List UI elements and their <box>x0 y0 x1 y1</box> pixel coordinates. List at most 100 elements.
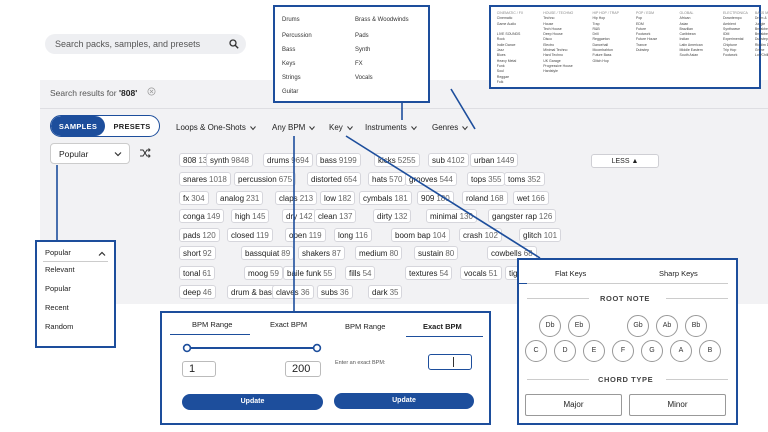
instrument-option[interactable]: Pads <box>355 33 369 39</box>
tag-chip[interactable]: clean 137 <box>314 209 357 223</box>
key-c[interactable]: C <box>525 340 547 362</box>
genre-option[interactable]: Folk <box>497 80 523 85</box>
tag-chip[interactable]: minimal 130 <box>426 209 477 223</box>
key-a[interactable]: A <box>670 340 692 362</box>
tag-chip[interactable]: bassquiat 89 <box>241 246 295 260</box>
search-bar[interactable] <box>45 34 246 54</box>
genre-option[interactable]: Drum & Bass <box>755 16 768 21</box>
tag-chip[interactable]: high 145 <box>231 209 270 223</box>
key-bb[interactable]: Bb <box>685 315 707 337</box>
tab-bpm-range[interactable]: BPM Range <box>345 322 385 331</box>
genre-option[interactable]: Future House <box>636 37 657 42</box>
tag-chip[interactable]: short 92 <box>179 246 216 260</box>
tag-chip[interactable]: shakers 87 <box>298 246 345 260</box>
tab-flat-keys[interactable]: Flat Keys <box>555 269 586 278</box>
genre-option[interactable]: Hardstyle <box>543 69 573 74</box>
instrument-option[interactable]: Synth <box>355 47 370 53</box>
key-db[interactable]: Db <box>539 315 561 337</box>
shuffle-icon[interactable] <box>139 147 151 159</box>
bpm-range-slider[interactable] <box>182 343 322 353</box>
tag-chip[interactable]: baile funk 55 <box>283 266 337 280</box>
tag-chip[interactable]: dirty 132 <box>373 209 412 223</box>
tag-chip[interactable]: long 116 <box>334 228 372 242</box>
filter-genres[interactable]: Genres <box>432 123 469 132</box>
tag-chip[interactable]: subs 36 <box>317 285 353 299</box>
tag-chip[interactable]: analog 231 <box>216 191 264 205</box>
less-button[interactable]: LESS ▲ <box>591 154 659 168</box>
key-d[interactable]: D <box>554 340 576 362</box>
tag-chip[interactable]: sub 4102 <box>428 153 469 167</box>
filter-key[interactable]: Key <box>329 123 353 132</box>
instrument-option[interactable]: Brass & Woodwinds <box>355 17 409 23</box>
instrument-option[interactable]: Percussion <box>282 33 312 39</box>
tag-chip[interactable]: toms 352 <box>504 172 545 186</box>
search-input[interactable] <box>55 34 225 54</box>
instrument-option[interactable]: Keys <box>282 61 295 67</box>
sort-option[interactable]: Random <box>45 322 73 331</box>
tag-chip[interactable]: boom bap 104 <box>391 228 450 242</box>
tab-exact-bpm[interactable]: Exact BPM <box>270 320 307 329</box>
genre-option[interactable]: Footwork <box>723 53 748 58</box>
minor-button[interactable]: Minor <box>629 394 726 416</box>
tag-chip[interactable]: bass 9199 <box>316 153 361 167</box>
tag-chip[interactable]: fills 54 <box>345 266 376 280</box>
sort-current[interactable]: Popular <box>45 248 71 257</box>
sort-select[interactable]: Popular <box>50 143 130 164</box>
key-g[interactable]: G <box>641 340 663 362</box>
genre-option[interactable]: South Asian <box>680 53 703 58</box>
bpm-max-input[interactable]: 200 <box>285 361 321 377</box>
instrument-option[interactable]: Strings <box>282 75 301 81</box>
search-icon[interactable] <box>229 39 239 49</box>
tag-chip[interactable]: pads 120 <box>179 228 220 242</box>
update-button[interactable]: Update <box>182 394 323 410</box>
instrument-option[interactable]: Guitar <box>282 89 298 95</box>
tag-chip[interactable]: conga 149 <box>179 209 225 223</box>
sort-option[interactable]: Popular <box>45 284 71 293</box>
sort-option[interactable]: Recent <box>45 303 69 312</box>
instrument-option[interactable]: FX <box>355 61 363 67</box>
key-eb[interactable]: Eb <box>568 315 590 337</box>
tag-chip[interactable]: synth 9848 <box>206 153 253 167</box>
sort-option[interactable]: Relevant <box>45 265 75 274</box>
instrument-option[interactable]: Vocals <box>355 75 373 81</box>
tag-chip[interactable]: open 119 <box>285 228 326 242</box>
tag-chip[interactable]: gangster rap 126 <box>488 209 557 223</box>
clear-search-icon[interactable] <box>147 87 156 96</box>
genre-option[interactable]: Dubstep <box>636 48 657 53</box>
tag-chip[interactable]: urban 1449 <box>470 153 519 167</box>
tag-chip[interactable]: snares 1018 <box>179 172 231 186</box>
filter-bpm[interactable]: Any BPM <box>272 123 316 132</box>
update-button[interactable]: Update <box>334 393 474 409</box>
tag-chip[interactable]: vocals 51 <box>460 266 502 280</box>
instrument-option[interactable]: Drums <box>282 17 300 23</box>
tag-chip[interactable]: distorted 654 <box>307 172 362 186</box>
tag-chip[interactable]: 909 180 <box>417 191 454 205</box>
tag-chip[interactable]: dry 142 <box>282 209 317 223</box>
tag-chip[interactable]: cymbals 181 <box>359 191 412 205</box>
tag-chip[interactable]: hats 570 <box>368 172 407 186</box>
tag-chip[interactable]: moog 59 <box>244 266 283 280</box>
major-button[interactable]: Major <box>525 394 622 416</box>
exact-bpm-input[interactable] <box>428 354 472 370</box>
tag-chip[interactable]: kicks 5255 <box>374 153 420 167</box>
tag-chip[interactable]: textures 54 <box>405 266 453 280</box>
tab-sharp-keys[interactable]: Sharp Keys <box>659 269 698 278</box>
tag-chip[interactable]: drums 9694 <box>263 153 314 167</box>
filter-loops-one-shots[interactable]: Loops & One-Shots <box>176 123 256 132</box>
instrument-option[interactable]: Bass <box>282 47 295 53</box>
key-ab[interactable]: Ab <box>656 315 678 337</box>
tag-chip[interactable]: medium 80 <box>355 246 403 260</box>
tag-chip[interactable]: grooves 544 <box>405 172 457 186</box>
tab-exact-bpm[interactable]: Exact BPM <box>423 322 462 331</box>
tag-chip[interactable]: claves 36 <box>272 285 314 299</box>
key-b[interactable]: B <box>699 340 721 362</box>
key-e[interactable]: E <box>583 340 605 362</box>
samples-tab[interactable]: SAMPLES <box>51 116 105 136</box>
tab-bpm-range[interactable]: BPM Range <box>192 320 232 329</box>
genre-option[interactable]: Lofi/Chill Beats <box>755 53 768 58</box>
filter-instruments[interactable]: Instruments <box>365 123 417 132</box>
tag-chip[interactable]: crash 102 <box>459 228 502 242</box>
tag-chip[interactable]: fx 304 <box>179 191 209 205</box>
tag-chip[interactable]: percussion 675 <box>234 172 297 186</box>
tag-chip[interactable]: glitch 101 <box>519 228 562 242</box>
